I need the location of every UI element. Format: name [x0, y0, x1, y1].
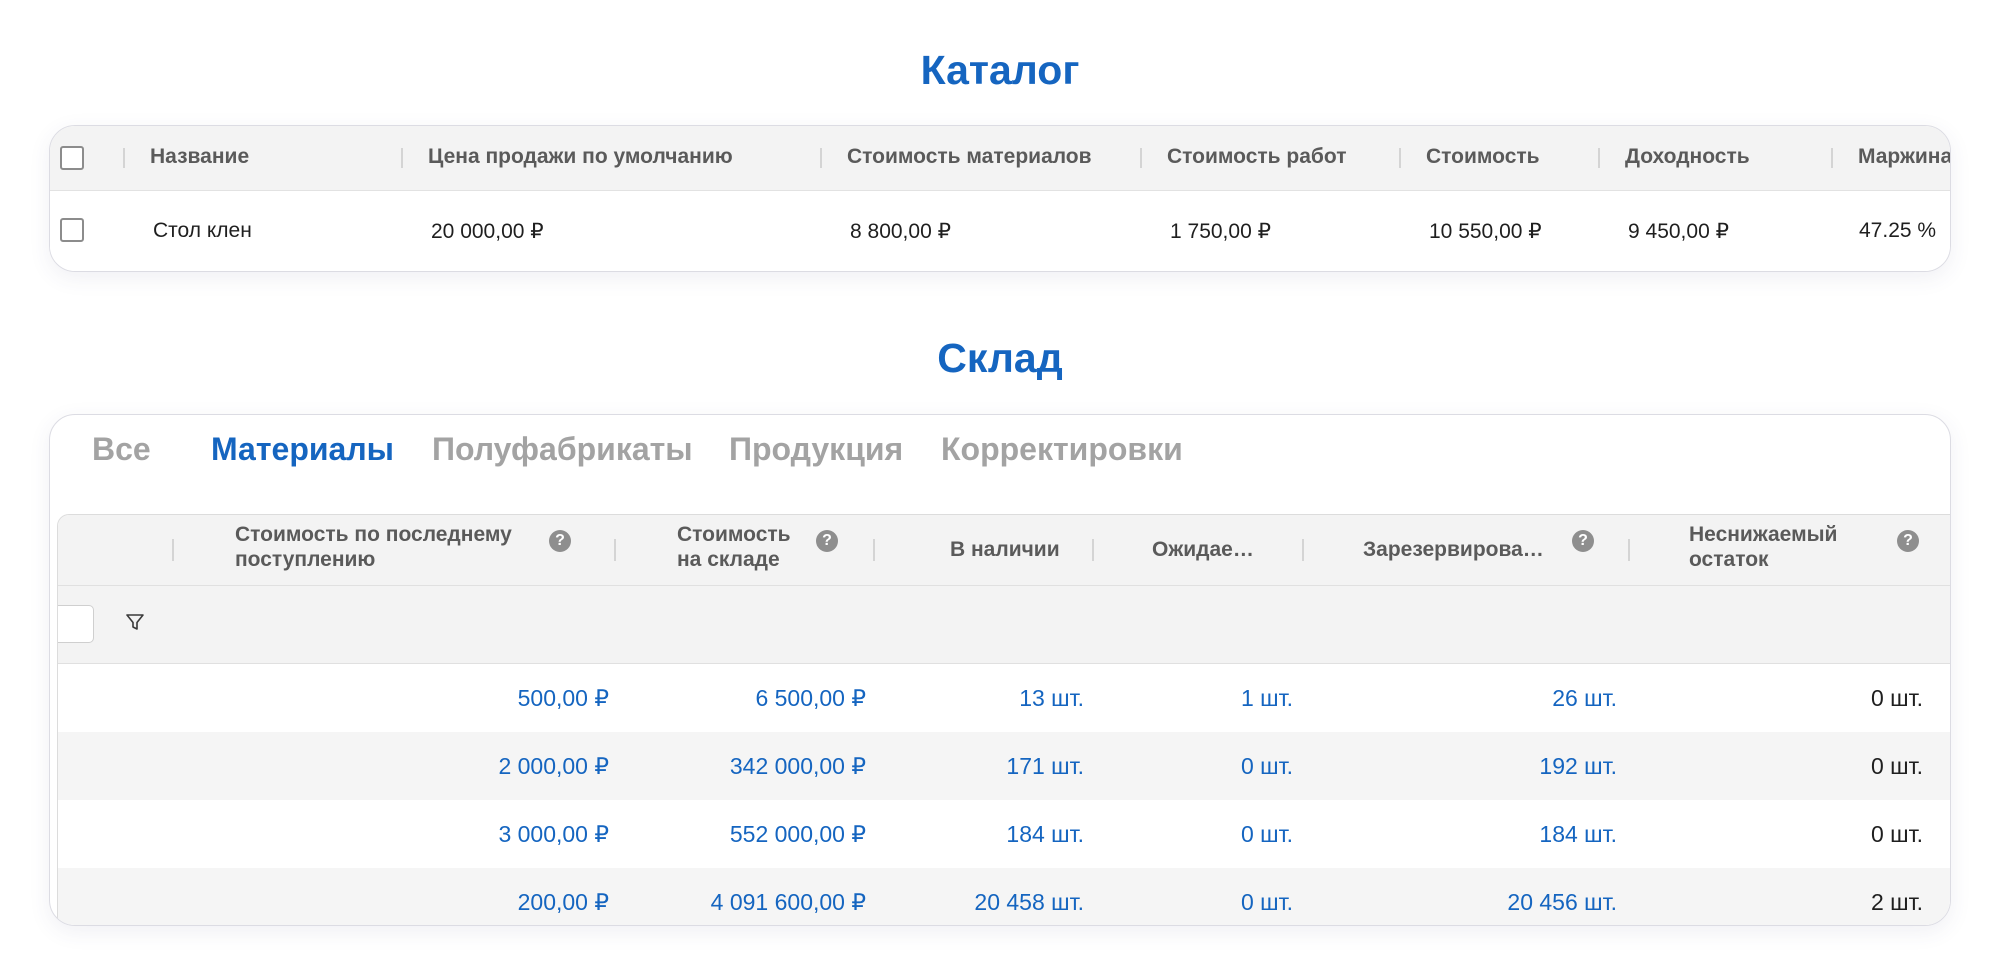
header-line: остаток: [1689, 548, 1769, 571]
cell-reserved[interactable]: 26 шт.: [1552, 685, 1617, 712]
cell-stock-value[interactable]: 6 500,00 ₽: [755, 685, 866, 712]
table-row[interactable]: 2 000,00 ₽ 342 000,00 ₽ 171 шт. 0 шт. 19…: [58, 732, 1950, 800]
tab-semi-finished[interactable]: Полуфабрикаты: [432, 431, 693, 468]
cell-min-stock: 2 шт.: [1870, 889, 1923, 915]
cell-last-receipt-cost[interactable]: 3 000,00 ₽: [498, 821, 609, 848]
tab-materials[interactable]: Материалы: [211, 431, 394, 468]
cell-reserved[interactable]: 20 456 шт.: [1507, 889, 1617, 916]
catalog-table: Название Цена продажи по умолчанию Стоим…: [49, 125, 1951, 272]
help-icon[interactable]: ?: [816, 530, 838, 552]
header-materials-cost[interactable]: Стоимость материалов: [847, 145, 1092, 169]
cell-cost: 10 550,00 ₽: [1429, 220, 1542, 243]
catalog-title: Каталог: [920, 47, 1080, 93]
header-line: поступлению: [235, 548, 376, 571]
header-last-receipt-cost[interactable]: Стоимость по последнему поступлению: [235, 522, 512, 572]
help-icon[interactable]: ?: [549, 530, 571, 552]
column-separator[interactable]: [123, 148, 125, 168]
column-separator[interactable]: [1399, 148, 1401, 168]
header-expected[interactable]: Ожидае…: [1152, 537, 1254, 562]
cell-last-receipt-cost[interactable]: 200,00 ₽: [518, 889, 609, 916]
warehouse-header-row: Стоимость по последнему поступлению ? Ст…: [58, 515, 1950, 586]
help-icon[interactable]: ?: [1572, 530, 1594, 552]
select-all-checkbox[interactable]: [60, 146, 84, 170]
warehouse-table: Стоимость по последнему поступлению ? Ст…: [57, 514, 1950, 925]
column-separator[interactable]: [1628, 539, 1630, 561]
column-separator[interactable]: [172, 539, 174, 561]
cell-last-receipt-cost[interactable]: 2 000,00 ₽: [498, 753, 609, 780]
table-row[interactable]: 500,00 ₽ 6 500,00 ₽ 13 шт. 1 шт. 26 шт. …: [58, 664, 1950, 732]
cell-stock-value[interactable]: 552 000,00 ₽: [730, 821, 866, 848]
tab-all[interactable]: Все: [92, 431, 151, 468]
row-checkbox[interactable]: [60, 218, 84, 242]
cell-in-stock[interactable]: 13 шт.: [1019, 685, 1084, 712]
header-cost[interactable]: Стоимость: [1426, 145, 1540, 169]
cell-materials-cost: 8 800,00 ₽: [850, 220, 951, 243]
column-separator[interactable]: [1092, 539, 1094, 561]
cell-name: Стол клен: [153, 219, 252, 242]
header-margin[interactable]: Маржина: [1858, 145, 1950, 169]
column-separator[interactable]: [614, 539, 616, 561]
cell-profit: 9 450,00 ₽: [1628, 220, 1729, 243]
column-separator[interactable]: [820, 148, 822, 168]
table-row[interactable]: 200,00 ₽ 4 091 600,00 ₽ 20 458 шт. 0 шт.…: [58, 868, 1950, 925]
cell-expected[interactable]: 0 шт.: [1241, 821, 1293, 848]
header-line: Стоимость по последнему: [235, 523, 512, 546]
cell-expected[interactable]: 0 шт.: [1241, 889, 1293, 916]
help-icon[interactable]: ?: [1897, 530, 1919, 552]
filter-input[interactable]: [58, 605, 94, 643]
tab-products[interactable]: Продукция: [729, 431, 903, 468]
cell-default-price: 20 000,00 ₽: [431, 220, 544, 243]
warehouse-title: Склад: [937, 335, 1063, 381]
cell-min-stock: 0 шт.: [1870, 685, 1923, 711]
column-separator[interactable]: [1598, 148, 1600, 168]
cell-reserved[interactable]: 192 шт.: [1539, 753, 1617, 780]
header-reserved[interactable]: Зарезервирова…: [1363, 537, 1544, 562]
header-labor-cost[interactable]: Стоимость работ: [1167, 145, 1347, 169]
header-line: на складе: [677, 548, 780, 571]
cell-min-stock: 0 шт.: [1870, 821, 1923, 847]
filter-icon[interactable]: [124, 611, 146, 633]
column-separator[interactable]: [1140, 148, 1142, 168]
filter-row: [58, 586, 1950, 664]
warehouse-panel: Все Материалы Полуфабрикаты Продукция Ко…: [49, 414, 1951, 926]
cell-margin: 47.25 %: [1859, 219, 1937, 242]
catalog-header-row: Название Цена продажи по умолчанию Стоим…: [50, 126, 1950, 191]
header-stock-value[interactable]: Стоимость на складе: [677, 522, 791, 572]
table-row[interactable]: 3 000,00 ₽ 552 000,00 ₽ 184 шт. 0 шт. 18…: [58, 800, 1950, 868]
header-default-price[interactable]: Цена продажи по умолчанию: [428, 145, 733, 169]
tab-adjustments[interactable]: Корректировки: [941, 431, 1183, 468]
cell-stock-value[interactable]: 342 000,00 ₽: [730, 753, 866, 780]
header-line: Неснижаемый: [1689, 523, 1838, 546]
cell-in-stock[interactable]: 20 458 шт.: [974, 889, 1084, 916]
header-in-stock[interactable]: В наличии: [950, 537, 1060, 562]
cell-reserved[interactable]: 184 шт.: [1539, 821, 1617, 848]
column-separator[interactable]: [401, 148, 403, 168]
cell-in-stock[interactable]: 184 шт.: [1006, 821, 1084, 848]
cell-in-stock[interactable]: 171 шт.: [1006, 753, 1084, 780]
cell-stock-value[interactable]: 4 091 600,00 ₽: [711, 889, 866, 916]
cell-expected[interactable]: 0 шт.: [1241, 753, 1293, 780]
column-separator[interactable]: [873, 539, 875, 561]
cell-min-stock: 0 шт.: [1870, 753, 1923, 779]
column-separator[interactable]: [1831, 148, 1833, 168]
cell-last-receipt-cost[interactable]: 500,00 ₽: [518, 685, 609, 712]
header-line: Стоимость: [677, 523, 791, 546]
header-name[interactable]: Название: [150, 145, 249, 169]
table-row[interactable]: Стол клен 20 000,00 ₽ 8 800,00 ₽ 1 750,0…: [50, 191, 1950, 271]
cell-labor-cost: 1 750,00 ₽: [1170, 220, 1271, 243]
column-separator[interactable]: [1302, 539, 1304, 561]
header-profit[interactable]: Доходность: [1625, 145, 1750, 169]
cell-expected[interactable]: 1 шт.: [1241, 685, 1293, 712]
header-min-stock[interactable]: Неснижаемый остаток: [1689, 522, 1837, 572]
